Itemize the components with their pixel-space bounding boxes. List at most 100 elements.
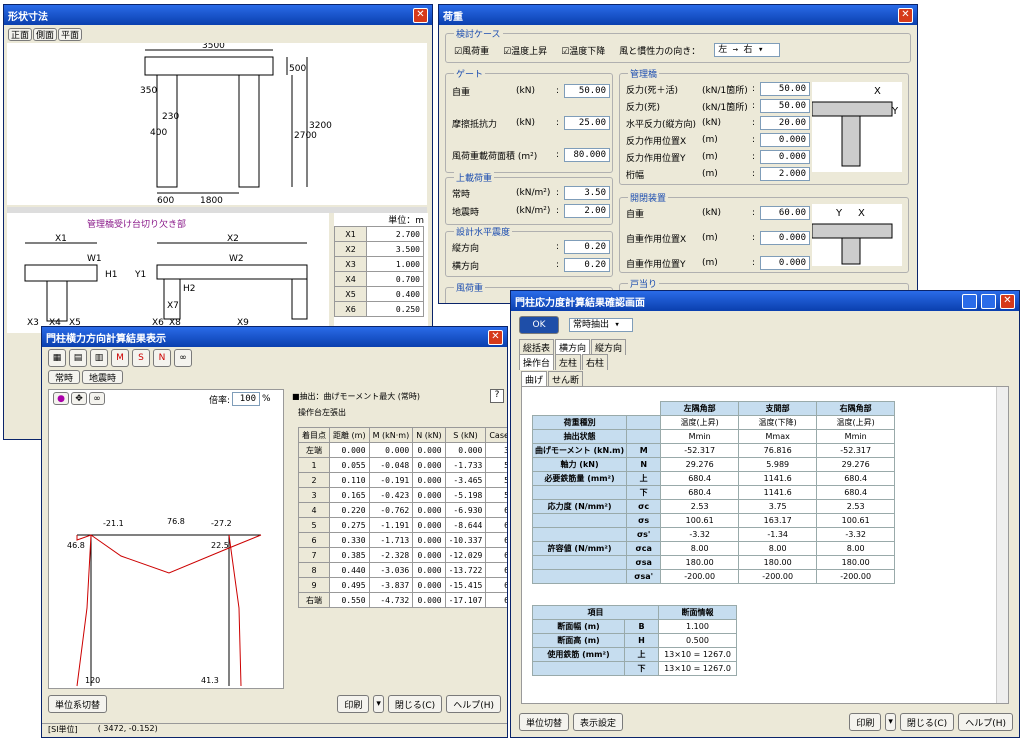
minimize-icon[interactable] <box>962 293 977 309</box>
moment-icon[interactable]: M <box>111 349 129 367</box>
table-row[interactable]: 10.055-0.0480.000-1.7335 <box>298 457 507 473</box>
load-input[interactable]: 60.00 <box>760 206 810 220</box>
table-cell: B <box>624 619 659 634</box>
temp-fall-checkbox[interactable]: ☑温度下降 <box>561 44 605 57</box>
wind-checkbox[interactable]: ☑風荷重 <box>454 44 489 57</box>
table-cell: -3.465 <box>444 472 487 488</box>
scale-icon[interactable]: ∞ <box>174 349 192 367</box>
table-row[interactable]: 30.165-0.4230.000-5.1985 <box>298 487 507 503</box>
front-view-button[interactable]: 正面 <box>8 28 33 41</box>
load-input[interactable]: 2.000 <box>760 167 810 181</box>
close-icon[interactable]: ✕ <box>898 7 913 23</box>
table-row[interactable]: 40.220-0.7620.000-6.9306 <box>298 502 507 518</box>
svg-text:-27.2: -27.2 <box>211 519 232 528</box>
load-input[interactable]: 25.00 <box>564 116 610 130</box>
table-cell: 6 <box>298 532 330 548</box>
table-cell: 8.00 <box>816 541 896 556</box>
table-cell: 6 <box>485 517 507 533</box>
close-icon[interactable]: ✕ <box>413 7 428 23</box>
dim-value[interactable]: 2.700 <box>366 226 424 242</box>
load-row: 反力(死＋活) (kN/1箇所):50.00 <box>626 82 810 96</box>
table-row[interactable]: 80.440-3.0360.000-13.7226 <box>298 562 507 578</box>
axial-icon[interactable]: N <box>153 349 171 367</box>
dim-value[interactable]: 0.400 <box>366 286 424 302</box>
chart-icon[interactable]: ▥ <box>90 349 108 367</box>
direction-select[interactable]: 左 → 右 ▾ <box>714 43 781 57</box>
tab-summary[interactable]: 総括表 <box>519 339 555 355</box>
table-row[interactable]: 左端0.0000.0000.0000.0003 <box>298 442 507 458</box>
table-row[interactable]: 右端0.550-4.7320.000-17.1076 <box>298 592 507 608</box>
dim-value[interactable]: 3.500 <box>366 241 424 257</box>
mode-select[interactable]: 常時抽出 ▾ <box>569 318 633 332</box>
table-cell: 0.000 <box>412 502 446 518</box>
table-cell: 5 <box>485 487 507 503</box>
table-cell: 断面幅 (m) <box>532 619 625 634</box>
load-input[interactable]: 2.00 <box>564 204 610 218</box>
maximize-icon[interactable] <box>981 293 996 309</box>
print-button[interactable]: 印刷 <box>849 713 882 731</box>
table-cell <box>531 527 628 542</box>
table-icon[interactable]: ▦ <box>48 349 66 367</box>
table-row[interactable]: 20.110-0.1910.000-3.4655 <box>298 472 507 488</box>
scrollbar[interactable] <box>996 387 1008 703</box>
side-view-button[interactable]: 側面 <box>33 28 58 41</box>
dim-value[interactable]: 1.000 <box>366 256 424 272</box>
tab-deck[interactable]: 操作台 <box>519 354 555 370</box>
tab-longitudinal[interactable]: 縦方向 <box>591 339 627 355</box>
unit-switch-button[interactable]: 単位系切替 <box>48 695 108 713</box>
tab-left-col[interactable]: 左柱 <box>555 354 582 370</box>
temp-rise-checkbox[interactable]: ☑温度上昇 <box>503 44 547 57</box>
plan-view-button[interactable]: 平面 <box>58 28 83 41</box>
load-label: 桁幅 <box>626 170 645 181</box>
zoom-input[interactable]: 100 <box>232 392 261 406</box>
table-row[interactable]: 50.275-1.1910.000-8.6446 <box>298 517 507 533</box>
table-row[interactable]: 70.385-2.3280.000-12.0296 <box>298 547 507 563</box>
load-input[interactable]: 50.00 <box>760 99 810 113</box>
load-colon: : <box>752 152 756 162</box>
close-button[interactable]: 閉じる(C) <box>387 695 443 713</box>
table-cell: 29.276 <box>816 457 896 472</box>
help-icon[interactable]: ? <box>490 389 504 403</box>
grid-icon[interactable]: ▤ <box>69 349 87 367</box>
tab-seismic[interactable]: 地震時 <box>82 370 124 384</box>
load-input[interactable]: 0.000 <box>760 256 810 270</box>
tab-normal[interactable]: 常時 <box>48 370 81 384</box>
display-settings-button[interactable]: 表示設定 <box>573 713 624 731</box>
tab-right-col[interactable]: 右柱 <box>582 354 609 370</box>
fit-icon[interactable]: ∞ <box>89 392 105 405</box>
table-row[interactable]: 60.330-1.7130.000-10.3376 <box>298 532 507 548</box>
load-input[interactable]: 0.20 <box>564 240 610 254</box>
load-input[interactable]: 0.000 <box>760 133 810 147</box>
load-input[interactable]: 0.000 <box>760 231 810 245</box>
dim-value[interactable]: 0.700 <box>366 271 424 287</box>
load-input[interactable]: 0.20 <box>564 258 610 272</box>
help-button[interactable]: ヘルプ(H) <box>958 713 1013 731</box>
load-row: 風荷重載荷面積 (m²):80.000 <box>452 148 610 162</box>
load-input[interactable]: 3.50 <box>564 186 610 200</box>
palette-icon[interactable]: ● <box>53 392 69 405</box>
table-row[interactable]: 90.495-3.8370.000-15.4156 <box>298 577 507 593</box>
print-button[interactable]: 印刷 <box>337 695 370 713</box>
load-input[interactable]: 50.00 <box>760 82 810 96</box>
table-row: 軸力 (kN) N 29.276 5.989 29.276 <box>531 457 896 472</box>
close-icon[interactable]: ✕ <box>1000 293 1015 309</box>
dim-value[interactable]: 0.250 <box>366 301 424 317</box>
load-colon: : <box>752 208 756 218</box>
shear-icon[interactable]: S <box>132 349 150 367</box>
load-input[interactable]: 80.000 <box>564 148 610 162</box>
load-input[interactable]: 0.000 <box>760 150 810 164</box>
move-icon[interactable]: ✥ <box>71 392 87 405</box>
help-button[interactable]: ヘルプ(H) <box>446 695 501 713</box>
load-input[interactable]: 50.00 <box>564 84 610 98</box>
print-dropdown-icon[interactable]: ▾ <box>373 695 384 713</box>
load-input[interactable]: 20.00 <box>760 116 810 130</box>
print-dropdown-icon[interactable]: ▾ <box>885 713 896 731</box>
unit-toggle-button[interactable]: 単位切替 <box>519 713 570 731</box>
shape-title: 形状寸法 <box>8 11 48 23</box>
tab-shear[interactable]: せん断 <box>548 371 584 387</box>
tab-lateral[interactable]: 横方向 <box>555 339 591 355</box>
tab-bending[interactable]: 曲げ <box>521 371 548 387</box>
close-button[interactable]: 閉じる(C) <box>899 713 955 731</box>
close-icon[interactable]: ✕ <box>488 329 503 345</box>
ok-button[interactable]: OK <box>519 316 559 334</box>
